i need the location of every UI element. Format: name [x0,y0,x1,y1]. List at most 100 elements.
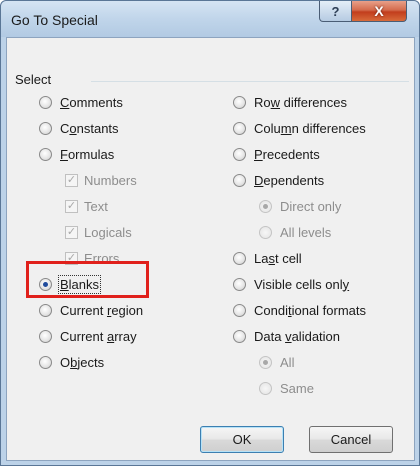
option-constants[interactable]: Constants [39,118,119,138]
checkmark-icon[interactable]: ✓ [65,199,78,213]
column-differences-radio[interactable] [233,121,246,135]
accelerator-key: m [280,120,292,136]
check-label: Logicals [84,224,132,240]
checkmark-icon[interactable]: ✓ [65,173,78,187]
label-part: La [254,250,269,266]
label-part: D [280,198,290,214]
option-label: Data validation [254,329,340,344]
label-part: nstants [76,120,119,136]
label-part: omments [69,94,123,110]
label-part: l [291,354,295,370]
formulas-radio[interactable] [39,147,52,161]
option-label: Same [280,381,314,396]
label-part: Visible cells onl [254,276,343,292]
option-label: Column differences [254,121,366,136]
label-part: Condi [254,302,288,318]
option-direct-only[interactable]: Direct only [259,196,341,216]
row-differences-radio[interactable] [233,95,246,109]
option-validation-same[interactable]: Same [259,378,314,398]
label-part: ional formats [291,302,367,318]
objects-radio[interactable] [39,355,52,369]
label-part: Current [60,302,107,318]
check-numbers[interactable]: ✓ Numbers [65,170,137,190]
label-part: t cell [274,250,302,266]
label-part: differences [280,94,347,110]
option-validation-all[interactable]: All [259,352,294,372]
check-label: Numbers [84,172,137,188]
label-part: rect only [292,198,342,214]
option-label: Current region [60,303,143,318]
label-part: ependents [263,172,325,188]
option-objects[interactable]: Objects [39,352,104,372]
option-label: Conditional formats [254,303,366,318]
option-data-validation[interactable]: Data validation [233,326,340,346]
label-part: Ro [254,94,271,110]
option-current-region[interactable]: Current region [39,300,143,320]
label-part: jects [77,354,105,370]
current-region-radio[interactable] [39,303,52,317]
all-levels-radio[interactable] [259,225,272,239]
option-label: Last cell [254,251,302,266]
ok-label: OK [232,432,252,447]
option-formulas[interactable]: Formulas [39,144,114,164]
option-label: Direct only [280,199,341,214]
option-label: All levels [280,225,331,240]
label-part: rray [114,328,137,344]
ok-button[interactable]: OK [200,426,284,453]
accelerator-key: F [60,146,68,162]
option-conditional-formats[interactable]: Conditional formats [233,300,366,320]
label-part: C [60,120,70,136]
visible-cells-only-radio[interactable] [233,277,246,291]
accelerator-key: w [270,94,281,110]
select-group-label: Select [15,72,52,87]
option-visible-cells-only[interactable]: Visible cells only [233,274,349,294]
option-all-levels[interactable]: All levels [259,222,331,242]
option-label: Comments [60,95,123,110]
accelerator-key: D [254,172,264,188]
option-dependents[interactable]: Dependents [233,170,324,190]
constants-radio[interactable] [39,121,52,135]
label-part: O [60,354,71,370]
cancel-button[interactable]: Cancel [309,426,393,453]
option-label: Row differences [254,95,347,110]
option-last-cell[interactable]: Last cell [233,248,302,268]
accelerator-key: S [280,380,289,396]
validation-all-radio[interactable] [259,355,272,369]
option-label: Formulas [60,147,114,162]
direct-only-radio[interactable] [259,199,272,213]
close-button[interactable]: X [351,1,407,22]
option-column-differences[interactable]: Column differences [233,118,366,138]
dependents-radio[interactable] [233,173,246,187]
title-bar[interactable]: Go To Special ? X [1,1,419,37]
option-label: All [280,355,294,370]
precedents-radio[interactable] [233,147,246,161]
option-label: Current array [60,329,137,344]
help-button[interactable]: ? [319,1,352,22]
option-precedents[interactable]: Precedents [233,144,320,164]
option-current-array[interactable]: Current array [39,326,137,346]
label-part: ame [288,380,314,396]
checkmark-icon[interactable]: ✓ [65,225,78,239]
group-divider [91,81,409,82]
label-part: egion [111,302,144,318]
cancel-label: Cancel [330,432,372,447]
validation-same-radio[interactable] [259,381,272,395]
last-cell-radio[interactable] [233,251,246,265]
label-part: A [280,354,289,370]
option-comments[interactable]: Comments [39,92,123,112]
go-to-special-dialog: Go To Special ? X Select Comments Consta… [0,0,420,466]
close-icon: X [374,3,384,19]
current-array-radio[interactable] [39,329,52,343]
option-label: Precedents [254,147,320,162]
check-text[interactable]: ✓ Text [65,196,108,216]
label-part: A [280,224,289,240]
accelerator-key: o [69,120,77,136]
option-label: Dependents [254,173,324,188]
option-row-differences[interactable]: Row differences [233,92,347,112]
label-part: n differences [291,120,366,136]
comments-radio[interactable] [39,95,52,109]
conditional-formats-radio[interactable] [233,303,246,317]
red-highlight-box [26,261,149,298]
check-logicals[interactable]: ✓ Logicals [65,222,132,242]
data-validation-radio[interactable] [233,329,246,343]
